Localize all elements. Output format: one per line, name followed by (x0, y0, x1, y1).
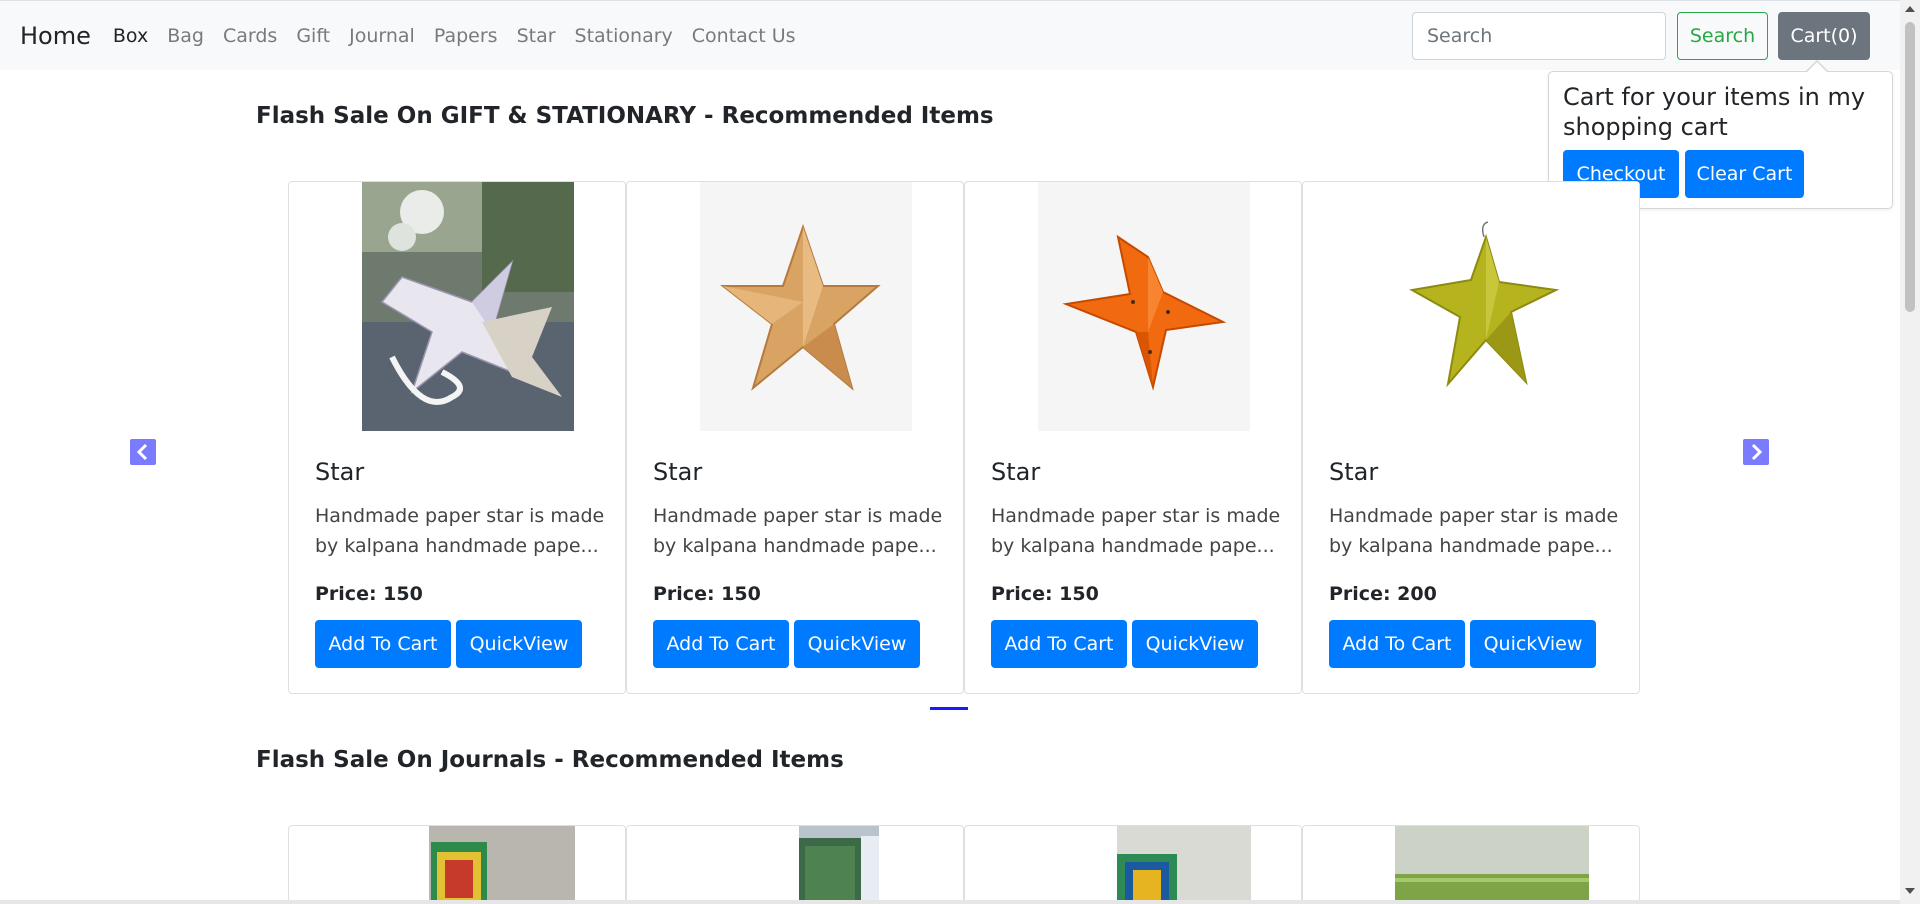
carousel-journals (288, 825, 1643, 904)
product-actions: Add To Cart QuickView (1329, 620, 1596, 668)
add-to-cart-button[interactable]: Add To Cart (1329, 620, 1465, 668)
nav-link-gift[interactable]: Gift (296, 25, 330, 47)
product-description: Handmade paper star is made by kalpana h… (991, 505, 1281, 557)
brand-home-link[interactable]: Home (20, 22, 91, 50)
scroll-down-icon[interactable] (1905, 888, 1915, 894)
product-image[interactable] (1376, 182, 1588, 431)
scrollbar-thumb[interactable] (1905, 22, 1915, 312)
journal-image[interactable] (429, 826, 575, 904)
product-card: Star Handmade paper star is made by kalp… (1302, 181, 1640, 694)
section-title-journals: Flash Sale On Journals - Recommended Ite… (256, 747, 844, 773)
product-description: Handmade paper star is made by kalpana h… (1329, 505, 1619, 557)
cart-button[interactable]: Cart(0) (1778, 12, 1870, 60)
navbar: Home Box Bag Cards Gift Journal Papers S… (0, 0, 1900, 70)
product-actions: Add To Cart QuickView (653, 620, 920, 668)
clear-cart-button[interactable]: Clear Cart (1685, 150, 1804, 198)
add-to-cart-button[interactable]: Add To Cart (991, 620, 1127, 668)
card-list (288, 825, 1643, 904)
nav-link-box[interactable]: Box (113, 25, 148, 47)
carousel-next-button[interactable] (1743, 439, 1769, 465)
section-title-gift-stationary: Flash Sale On GIFT & STATIONARY - Recomm… (256, 103, 994, 129)
quickview-button[interactable]: QuickView (1470, 620, 1596, 668)
journal-image[interactable] (799, 826, 879, 904)
carousel-indicator[interactable] (930, 707, 968, 710)
star-orange-image (1038, 182, 1250, 431)
product-card: Star Handmade paper star is made by kalp… (626, 181, 964, 694)
nav-link-cards[interactable]: Cards (223, 25, 277, 47)
quickview-button[interactable]: QuickView (794, 620, 920, 668)
nav-link-contact-us[interactable]: Contact Us (692, 25, 796, 47)
popover-arrow-inner (1807, 62, 1827, 72)
product-card: Star Handmade paper star is made by kalp… (288, 181, 626, 694)
product-image[interactable] (362, 182, 574, 431)
page-scrollbar[interactable] (1900, 0, 1920, 904)
search-input[interactable] (1412, 12, 1666, 60)
product-card: Star Handmade paper star is made by kalp… (964, 181, 1302, 694)
scroll-up-icon[interactable] (1905, 6, 1915, 12)
journal-image[interactable] (1117, 826, 1251, 904)
search-button[interactable]: Search (1677, 12, 1768, 60)
chevron-right-icon (1751, 443, 1763, 461)
product-title[interactable]: Star (991, 458, 1040, 486)
product-image[interactable] (1038, 182, 1250, 431)
chevron-left-icon (136, 443, 148, 461)
product-title[interactable]: Star (653, 458, 702, 486)
nav-links: Box Bag Cards Gift Journal Papers Star S… (113, 25, 815, 47)
quickview-button[interactable]: QuickView (456, 620, 582, 668)
nav-link-journal[interactable]: Journal (349, 25, 415, 47)
nav-link-bag[interactable]: Bag (167, 25, 204, 47)
nav-link-papers[interactable]: Papers (434, 25, 498, 47)
carousel-gift-stationary: Star Handmade paper star is made by kalp… (288, 181, 1643, 695)
product-actions: Add To Cart QuickView (315, 620, 582, 668)
star-green-image (1376, 182, 1588, 431)
product-description: Handmade paper star is made by kalpana h… (653, 505, 943, 557)
product-price: Price: 200 (1329, 583, 1437, 605)
product-title[interactable]: Star (315, 458, 364, 486)
product-card (1302, 825, 1640, 904)
cart-popover-title: Cart for your items in my shopping cart (1563, 83, 1866, 141)
star-gold-image (700, 182, 912, 431)
product-description: Handmade paper star is made by kalpana h… (315, 505, 605, 557)
nav-link-star[interactable]: Star (517, 25, 556, 47)
product-card (288, 825, 626, 904)
add-to-cart-button[interactable]: Add To Cart (653, 620, 789, 668)
product-card (626, 825, 964, 904)
journal-image[interactable] (1395, 826, 1589, 904)
product-price: Price: 150 (653, 583, 761, 605)
product-title[interactable]: Star (1329, 458, 1378, 486)
card-list: Star Handmade paper star is made by kalp… (288, 181, 1643, 694)
add-to-cart-button[interactable]: Add To Cart (315, 620, 451, 668)
product-image[interactable] (700, 182, 912, 431)
star-photo-image (362, 182, 574, 431)
product-card (964, 825, 1302, 904)
product-actions: Add To Cart QuickView (991, 620, 1258, 668)
page: Home Box Bag Cards Gift Journal Papers S… (0, 0, 1920, 904)
carousel-prev-button[interactable] (130, 439, 156, 465)
product-price: Price: 150 (991, 583, 1099, 605)
product-price: Price: 150 (315, 583, 423, 605)
navbar-actions: Search Cart(0) (1412, 12, 1870, 60)
nav-link-stationary[interactable]: Stationary (575, 25, 673, 47)
bottom-divider (0, 900, 1900, 904)
quickview-button[interactable]: QuickView (1132, 620, 1258, 668)
